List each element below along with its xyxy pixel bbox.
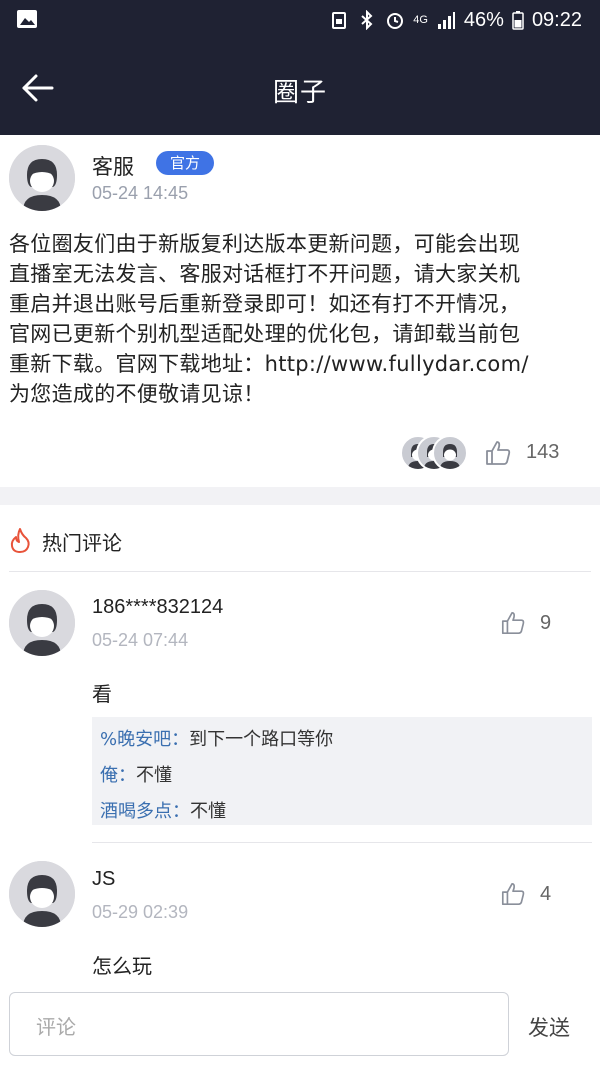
save-icon [332,12,347,29]
section-title: 热门评论 [42,531,122,555]
divider [92,842,592,843]
comment-timestamp: 05-24 07:44 [92,630,189,650]
post-body-line: 直播室无法发言、客服对话框打不开问题，请大家关机 [9,262,521,286]
post-body-line: 重启并退出账号后重新登录即可！如还有打不开情况， [9,292,521,316]
post-author-name[interactable]: 客服 [92,151,134,181]
hot-comments-header: 热门评论 [0,505,600,571]
default-avatar-icon [9,590,75,656]
reply-text: 不懂 [136,765,172,786]
reply-list: %晚安吧：到下一个路口等你 俺：不懂 酒喝多点：不懂 [92,717,592,825]
post-body: 各位圈友们由于新版复利达版本更新问题，可能会出现 直播室无法发言、客服对话框打不… [9,229,591,409]
comment-bar: 评论 发送 [0,986,600,1067]
flame-icon [10,528,30,553]
alarm-icon [387,13,404,29]
post-body-line: 各位圈友们由于新版复利达版本更新问题，可能会出现 [9,232,521,256]
comment-like-count: 9 [540,612,552,634]
comment-text: 看 [92,682,112,706]
image-icon [17,10,37,28]
comment-like-count: 4 [540,883,552,905]
default-avatar-icon [9,861,75,927]
reply-author[interactable]: 酒喝多点： [100,801,190,822]
signal-icon [437,12,455,29]
reply-text: 到下一个路口等你 [189,729,334,750]
comment-author[interactable]: 186****832124 [92,596,223,619]
page-title: 圈子 [272,78,327,108]
clock: 09:22 [531,8,582,31]
liker-avatars[interactable] [400,435,470,471]
status-indicators: 4G 46% 09:22 [329,8,582,32]
reply-author[interactable]: 俺： [100,765,136,786]
status-bar: 4G 46% 09:22 [0,0,600,40]
avatar[interactable] [9,145,75,211]
app-header: 圈子 [0,40,600,135]
liker-avatar [432,435,468,471]
send-button[interactable]: 发送 [528,1012,570,1042]
comment-text: 怎么玩 [92,954,152,978]
thumbs-up-icon[interactable] [500,881,526,907]
reply-item[interactable]: %晚安吧：到下一个路口等你 [100,725,333,751]
battery-icon [512,11,524,30]
official-badge: 官方 [156,151,214,175]
post-card: 客服 官方 05-24 14:45 各位圈友们由于新版复利达版本更新问题，可能会… [0,135,600,487]
thumbs-up-icon[interactable] [484,439,512,467]
comment-input[interactable]: 评论 [9,992,509,1056]
avatar[interactable] [9,861,75,927]
avatar[interactable] [9,590,75,656]
bluetooth-icon [361,10,373,30]
default-avatar-icon [9,145,75,211]
divider [9,571,591,572]
reply-author[interactable]: %晚安吧： [100,729,189,750]
reply-text: 不懂 [190,801,226,822]
reply-item[interactable]: 酒喝多点：不懂 [100,797,226,823]
comment-timestamp: 05-29 02:39 [92,902,189,922]
post-body-line: 重新下载。官网下载地址：http://www.fullydar.com/ [9,352,529,376]
section-divider [0,487,600,505]
thumbs-up-icon[interactable] [500,610,526,636]
comment-author[interactable]: JS [92,868,115,891]
reply-item[interactable]: 俺：不懂 [100,761,172,787]
post-like-count: 143 [526,441,560,463]
post-body-line: 为您造成的不便敬请见谅！ [9,382,265,406]
network-type: 4G [413,13,428,26]
battery-percent: 46% [463,8,504,31]
post-timestamp: 05-24 14:45 [92,183,189,203]
post-body-line: 官网已更新个别机型适配处理的优化包，请卸载当前包 [9,322,521,346]
